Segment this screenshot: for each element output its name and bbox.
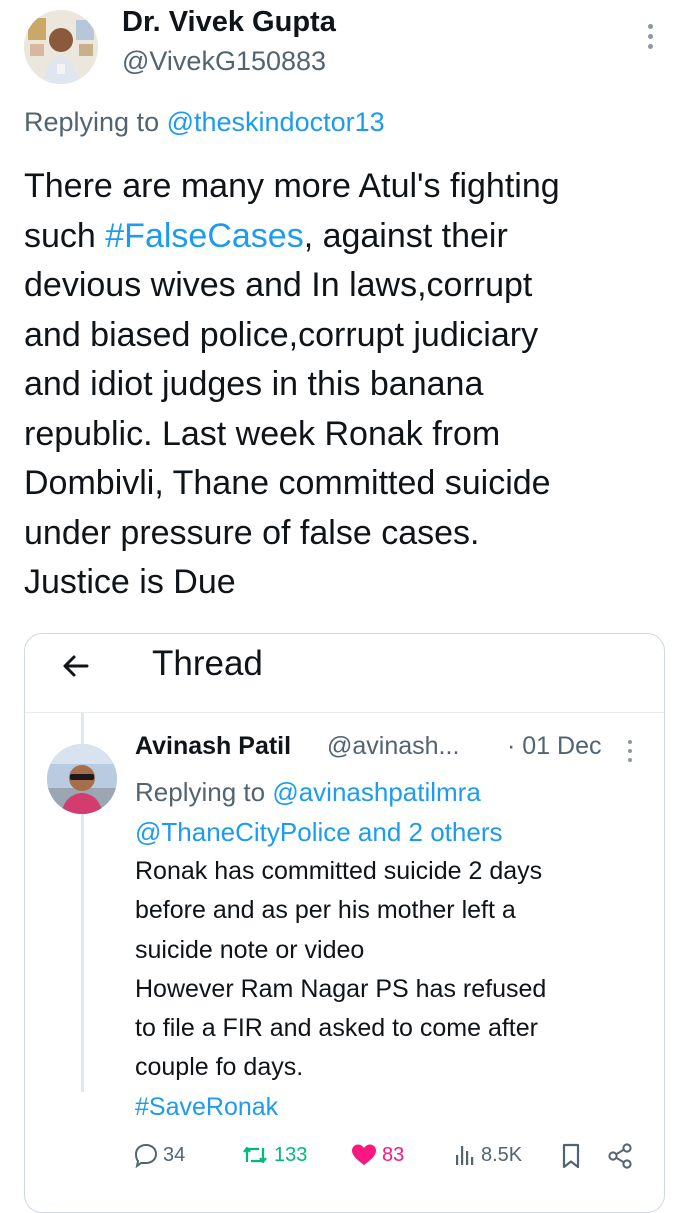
tweet-line-text: and biased police,corrupt judiciary	[24, 315, 539, 354]
heart-icon	[352, 1144, 376, 1165]
repost-button[interactable]: 133	[240, 1142, 307, 1168]
tweet-line-text: Justice is Due	[24, 563, 236, 601]
tweet-line-text: and idiot judges in this banana	[24, 365, 484, 403]
bookmark-button[interactable]	[560, 1142, 586, 1170]
tweet-text: There are many more Atul's fighting such…	[24, 162, 664, 608]
reply-line: Ronak has committed suicide 2 days	[135, 857, 543, 885]
author-handle[interactable]: @VivekG150883	[122, 46, 326, 77]
reply-line: suicide note or video	[135, 935, 365, 964]
share-button[interactable]	[607, 1142, 637, 1170]
bookmark-icon	[562, 1143, 580, 1169]
views-button[interactable]: 8.5K	[453, 1142, 522, 1168]
tweet-line: under pressure of false cases.	[24, 509, 664, 559]
tweet-line: and biased police,corrupt judiciary	[24, 311, 664, 361]
speech-bubble-icon	[134, 1143, 158, 1168]
tweet-line: There are many more Atul's fighting	[24, 162, 664, 212]
like-button[interactable]: 83	[350, 1142, 404, 1168]
reply-button[interactable]: 34	[133, 1142, 185, 1168]
reply-line: before and as per his mother left a	[135, 896, 516, 925]
quoted-thread-card[interactable]: Thread Avinash Patil @avinash... · 01 De…	[24, 633, 665, 1213]
replying-to-others-link[interactable]: @ThaneCityPolice and 2 others	[135, 817, 502, 847]
tweet-line-text: devious wives and In laws,corrupt	[24, 266, 533, 304]
replying-prefix: Replying to	[24, 107, 167, 137]
tweet-line: Dombivli, Thane committed suicide	[24, 459, 664, 509]
more-vertical-icon[interactable]	[644, 24, 656, 54]
action-bar: 34 133 83 8.5K	[25, 1142, 664, 1178]
reply-replying-to: Replying to @avinashpatilmra @ThaneCityP…	[135, 772, 655, 852]
tweet-line-text: such	[24, 216, 106, 255]
arrow-left-icon[interactable]	[57, 648, 93, 684]
tweet-line-text: There are many more Atul's fighting	[24, 167, 560, 205]
tweet-line: such #FalseCases, against their	[24, 212, 664, 262]
author-name[interactable]: Dr. Vivek Gupta	[122, 6, 336, 39]
bar-chart-icon	[456, 1146, 474, 1165]
tweet-line-text: republic. Last week Ronak from	[24, 414, 501, 453]
tweet-line: Justice is Due	[24, 558, 664, 608]
reply-replying-prefix: Replying to	[135, 777, 273, 807]
replying-to-link[interactable]: @theskindoctor13	[167, 107, 385, 137]
tweet-line: republic. Last week Ronak from	[24, 410, 664, 460]
views-count: 8.5K	[481, 1143, 523, 1166]
tweet-line: and idiot judges in this banana	[24, 360, 664, 410]
reply-line: to file a FIR and asked to come after	[135, 1014, 538, 1043]
thread-title: Thread	[152, 644, 263, 683]
more-vertical-icon[interactable]	[626, 740, 634, 768]
tweet-line: devious wives and In laws,corrupt	[24, 261, 664, 311]
repost-count: 133	[274, 1143, 308, 1166]
reply-author-photo	[47, 744, 117, 814]
replying-to-link[interactable]: @avinashpatilmra	[272, 777, 480, 807]
hashtag-saveronak[interactable]: #SaveRonak	[135, 1088, 655, 1127]
reply-author-name[interactable]: Avinash Patil	[135, 732, 291, 761]
repost-icon	[243, 1146, 267, 1164]
tweet-line-text: , against their	[303, 216, 508, 255]
author-avatar[interactable]	[24, 10, 98, 84]
share-icon	[608, 1143, 632, 1169]
author-photo	[24, 10, 98, 84]
reply-line: However Ram Nagar PS has refused	[135, 974, 547, 1003]
like-count: 83	[382, 1143, 405, 1166]
tweet-line-text: under pressure of false cases.	[24, 513, 480, 552]
replying-to: Replying to @theskindoctor13	[24, 107, 385, 138]
reply-line: couple fo days.	[135, 1053, 304, 1082]
tweet-line-text: Dombivli, Thane committed suicide	[24, 464, 551, 502]
reply-author-avatar[interactable]	[47, 744, 117, 814]
hashtag-falsecases[interactable]: #FalseCases	[105, 217, 303, 255]
reply-count: 34	[163, 1143, 186, 1166]
reply-text: Ronak has committed suicide 2 days befor…	[135, 852, 655, 1127]
reply-date[interactable]: · 01 Dec	[507, 732, 601, 761]
thread-header: Thread	[25, 634, 664, 713]
reply-author-handle[interactable]: @avinash...	[327, 732, 459, 761]
